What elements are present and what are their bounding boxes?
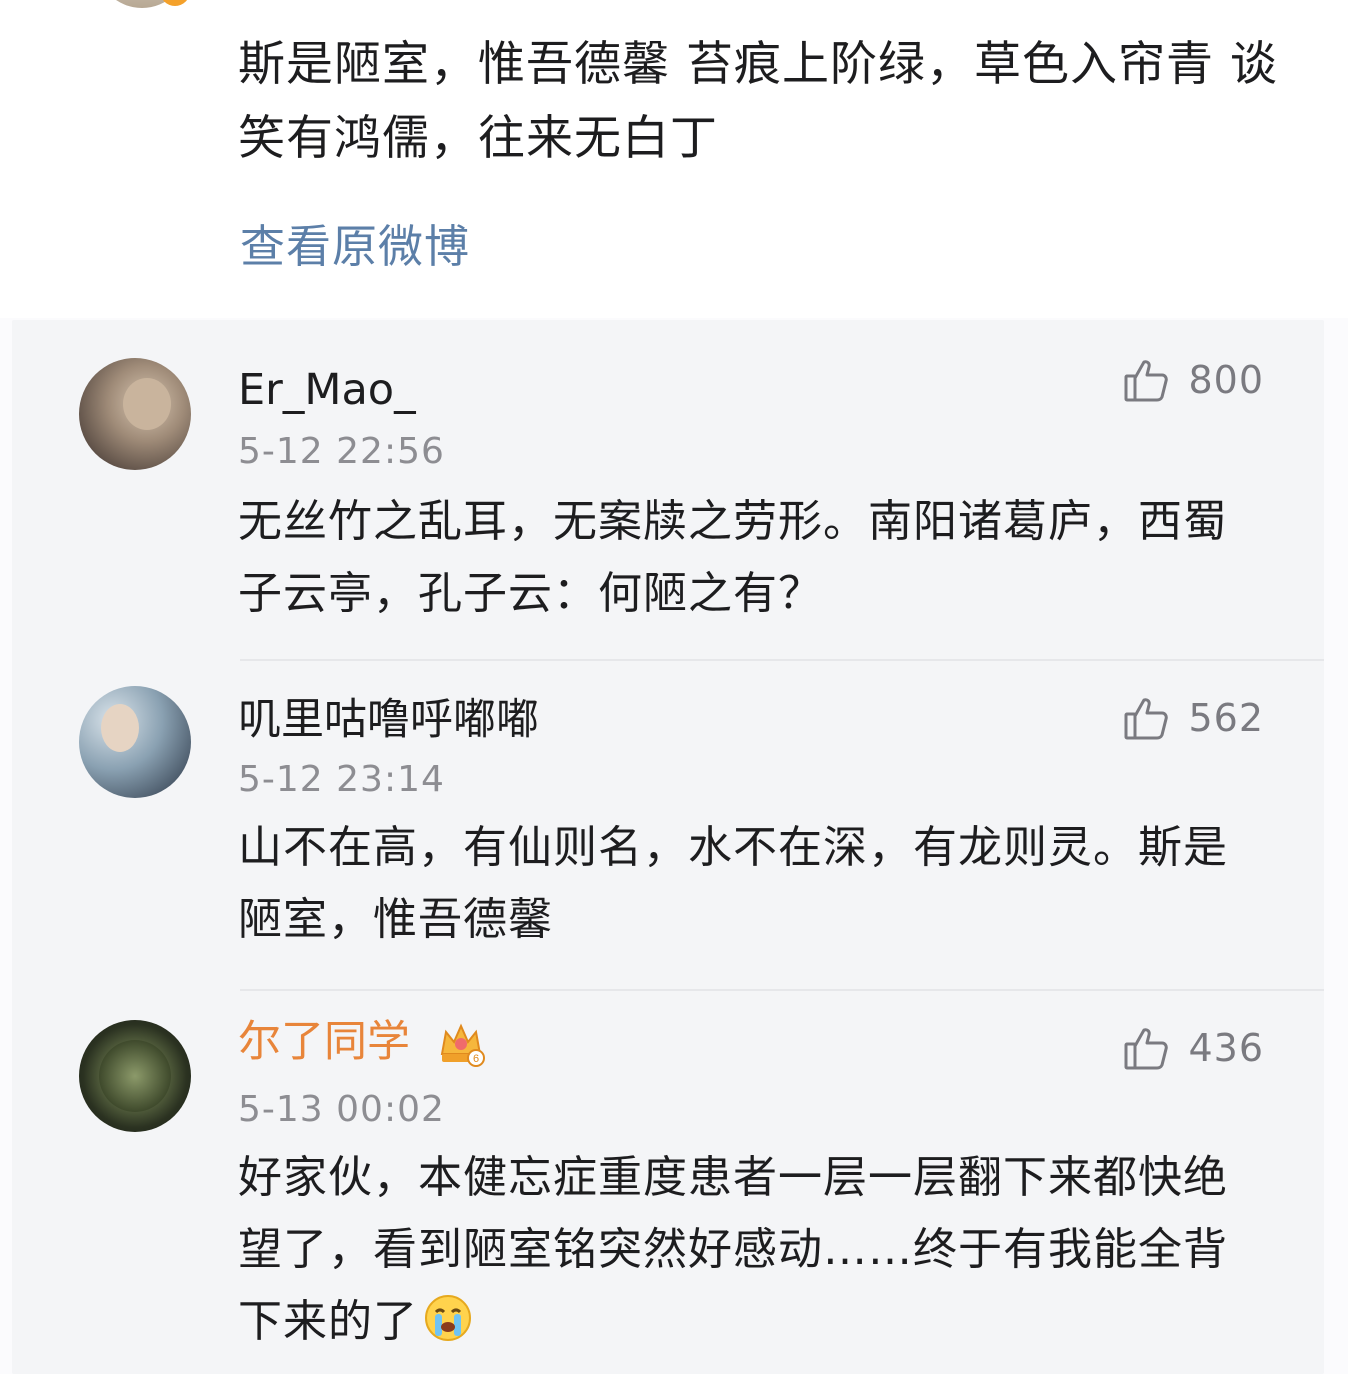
commenter-name[interactable]: Er_Mao_ (238, 362, 416, 418)
like-button[interactable]: 562 (1122, 694, 1264, 742)
weibo-comment-page: 斯是陋室，惟吾德馨 苔痕上阶绿，草色入帘青 谈笑有鸿儒，往来无白丁 查看原微博 … (0, 0, 1348, 1374)
svg-text:6: 6 (473, 1053, 479, 1065)
like-count: 562 (1188, 696, 1264, 740)
vip-crown-icon: 6 (440, 1023, 485, 1067)
like-button[interactable]: 436 (1122, 1024, 1264, 1072)
comment-text: 好家伙，本健忘症重度患者一层一层翻下来都快绝望了，看到陋室铭突然好感动……终于有… (238, 1142, 1248, 1358)
like-count: 436 (1188, 1026, 1264, 1070)
view-original-link[interactable]: 查看原微博 (240, 217, 470, 277)
original-post: 斯是陋室，惟吾德馨 苔痕上阶绿，草色入帘青 谈笑有鸿儒，往来无白丁 查看原微博 (0, 0, 1348, 318)
thumbs-up-icon (1124, 1028, 1169, 1070)
comment-text: 山不在高，有仙则名，水不在深，有龙则灵。斯是陋室，惟吾德馨 (238, 822, 1228, 945)
commenter-avatar[interactable] (79, 358, 191, 470)
thumbs-up-icon (1124, 698, 1169, 740)
comment-time: 5-12 23:14 (238, 759, 445, 800)
comment-list: Er_Mao_ 5-12 22:56 800 无丝竹之乱耳，无案牍之劳形。南阳诸… (12, 320, 1324, 1374)
commenter-avatar[interactable] (79, 1020, 191, 1132)
divider (240, 989, 1324, 991)
divider (240, 659, 1324, 661)
commenter-avatar[interactable] (79, 686, 191, 798)
post-text: 斯是陋室，惟吾德馨 苔痕上阶绿，草色入帘青 谈笑有鸿儒，往来无白丁 (238, 37, 1278, 166)
comment-item: 尔了同学 6 5-13 00:02 436 好家伙，本健忘症重度患者一层一层翻下… (12, 989, 1324, 1374)
commenter-name[interactable]: 叽里咕噜呼嘟嘟 (238, 692, 539, 748)
comment-item: 叽里咕噜呼嘟嘟 5-12 23:14 562 山不在高，有仙则名，水不在深，有龙… (12, 659, 1324, 990)
crying-face-icon (425, 1295, 471, 1341)
like-button[interactable]: 800 (1122, 356, 1264, 404)
comment-text-body: 好家伙，本健忘症重度患者一层一层翻下来都快绝望了，看到陋室铭突然好感动……终于有… (238, 1152, 1228, 1347)
comment-time: 5-13 00:02 (238, 1089, 445, 1130)
post-author-badge-icon (160, 0, 190, 6)
comment-item: Er_Mao_ 5-12 22:56 800 无丝竹之乱耳，无案牍之劳形。南阳诸… (12, 320, 1324, 660)
comment-time: 5-12 22:56 (238, 431, 445, 472)
comment-text: 无丝竹之乱耳，无案牍之劳形。南阳诸葛庐，西蜀子云亭，孔子云：何陋之有？ (238, 496, 1228, 619)
like-count: 800 (1188, 358, 1264, 402)
commenter-name-vip[interactable]: 尔了同学 (238, 1014, 410, 1070)
thumbs-up-icon (1124, 360, 1169, 402)
